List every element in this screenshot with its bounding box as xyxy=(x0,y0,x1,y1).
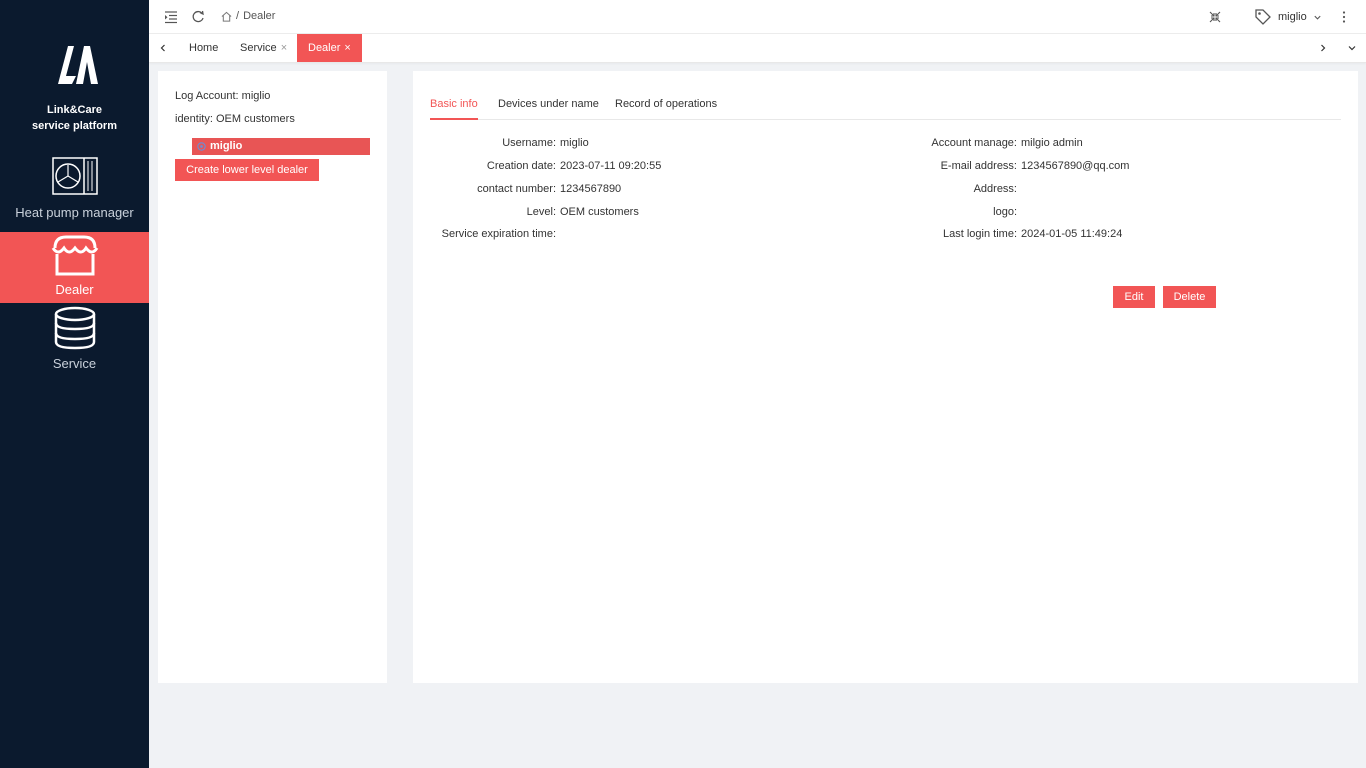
home-icon[interactable] xyxy=(221,11,232,22)
breadcrumb-current: Dealer xyxy=(243,10,276,22)
more-vertical-icon[interactable] xyxy=(1337,10,1351,24)
log-account-row: Log Account: miglio xyxy=(175,90,270,102)
field-value: 1234567890@qq.com xyxy=(1021,160,1130,172)
field-label: Level: xyxy=(526,206,556,218)
chevron-left-icon[interactable] xyxy=(158,43,168,53)
delete-button[interactable]: Delete xyxy=(1163,286,1216,308)
sidebar-item-label: Service xyxy=(52,356,97,371)
tab-service[interactable]: Service × xyxy=(232,34,295,62)
field-logo: logo: xyxy=(843,206,1021,218)
identity-label: identity: xyxy=(175,113,213,125)
tree-node-label: miglio xyxy=(210,140,243,152)
menu-fold-icon[interactable] xyxy=(164,10,178,24)
field-value: miglio xyxy=(560,137,589,149)
field-label: Username: xyxy=(502,137,556,149)
create-lower-dealer-button[interactable]: Create lower level dealer xyxy=(175,159,319,181)
tab-devices-under-name[interactable]: Devices under name xyxy=(498,97,599,120)
field-email: E-mail address: 1234567890@qq.com xyxy=(843,160,1130,172)
close-icon[interactable]: × xyxy=(281,42,287,54)
field-service-expiration: Service expiration time: xyxy=(413,228,560,240)
tag-icon xyxy=(1255,9,1271,25)
close-icon[interactable]: × xyxy=(344,42,350,54)
brand-logo-icon xyxy=(58,46,98,84)
sidebar-item-label: Heat pump manager xyxy=(15,205,134,220)
refresh-icon[interactable] xyxy=(191,10,205,24)
gear-icon xyxy=(197,142,206,151)
account-panel: Log Account: miglio identity: OEM custom… xyxy=(158,71,387,683)
tab-home[interactable]: Home xyxy=(181,34,226,62)
field-label: Service expiration time: xyxy=(441,228,556,240)
breadcrumb-separator: / xyxy=(236,10,240,22)
field-contact-number: contact number: 1234567890 xyxy=(413,183,621,195)
sidebar-item-service[interactable]: Service xyxy=(0,306,149,378)
store-icon xyxy=(51,235,98,276)
field-label: logo: xyxy=(993,206,1017,218)
top-bar: / Dealer miglio xyxy=(149,0,1366,34)
field-level: Level: OEM customers xyxy=(413,206,639,218)
brand-name: Link&Care service platform xyxy=(0,102,149,134)
field-last-login: Last login time: 2024-01-05 11:49:24 xyxy=(843,228,1122,240)
field-value: 2024-01-05 11:49:24 xyxy=(1021,228,1123,240)
field-creation-date: Creation date: 2023-07-11 09:20:55 xyxy=(413,160,661,172)
field-value: 2023-07-11 09:20:55 xyxy=(560,160,662,172)
sidebar-item-dealer[interactable]: Dealer xyxy=(0,232,149,303)
username-label: miglio xyxy=(1278,11,1307,23)
field-label: contact number: xyxy=(477,183,556,195)
tab-label: Home xyxy=(189,42,219,54)
field-label: Address: xyxy=(973,183,1017,195)
heat-pump-icon xyxy=(51,157,98,195)
field-value: OEM customers xyxy=(560,206,639,218)
field-value: milgio admin xyxy=(1021,137,1083,149)
identity-row: identity: OEM customers xyxy=(175,113,295,125)
field-label: Account manage: xyxy=(931,137,1017,149)
tab-label: Service xyxy=(240,42,277,54)
detail-panel: Basic info Devices under name Record of … xyxy=(413,71,1358,683)
tab-bar: Home Service × Dealer × xyxy=(149,34,1366,63)
sidebar-item-heat-pump-manager[interactable]: Heat pump manager xyxy=(0,155,149,227)
detail-tabs: Basic info Devices under name Record of … xyxy=(430,97,1341,120)
field-account-manage: Account manage: milgio admin xyxy=(843,137,1083,149)
field-label: Creation date: xyxy=(486,160,556,172)
database-icon xyxy=(54,306,95,350)
field-label: Last login time: xyxy=(943,228,1017,240)
field-value: 1234567890 xyxy=(560,183,622,195)
field-address: Address: xyxy=(843,183,1021,195)
chevron-right-icon[interactable] xyxy=(1318,43,1328,53)
tab-dealer[interactable]: Dealer × xyxy=(297,34,362,62)
log-account-value: miglio xyxy=(241,90,271,102)
user-menu[interactable]: miglio xyxy=(1254,8,1322,26)
log-account-label: Log Account: xyxy=(175,90,239,102)
tab-label: Dealer xyxy=(308,42,341,54)
brand-line-2: service platform xyxy=(32,120,117,132)
tree-node-selected[interactable]: miglio xyxy=(192,138,370,155)
edit-button[interactable]: Edit xyxy=(1113,286,1155,308)
chevron-down-icon[interactable] xyxy=(1347,43,1357,53)
field-label: E-mail address: xyxy=(940,160,1017,172)
chevron-down-icon xyxy=(1314,15,1321,20)
tab-record-of-operations[interactable]: Record of operations xyxy=(615,97,717,120)
sidebar-item-label: Dealer xyxy=(55,282,94,297)
tab-basic-info[interactable]: Basic info xyxy=(430,97,478,120)
fullscreen-exit-icon[interactable] xyxy=(1208,10,1222,24)
sidebar: Link&Care service platform Heat pump man… xyxy=(0,0,149,768)
identity-value: OEM customers xyxy=(215,113,295,125)
brand-line-1: Link&Care xyxy=(46,104,103,116)
breadcrumb: / Dealer xyxy=(221,10,275,22)
field-username: Username: miglio xyxy=(413,137,589,149)
